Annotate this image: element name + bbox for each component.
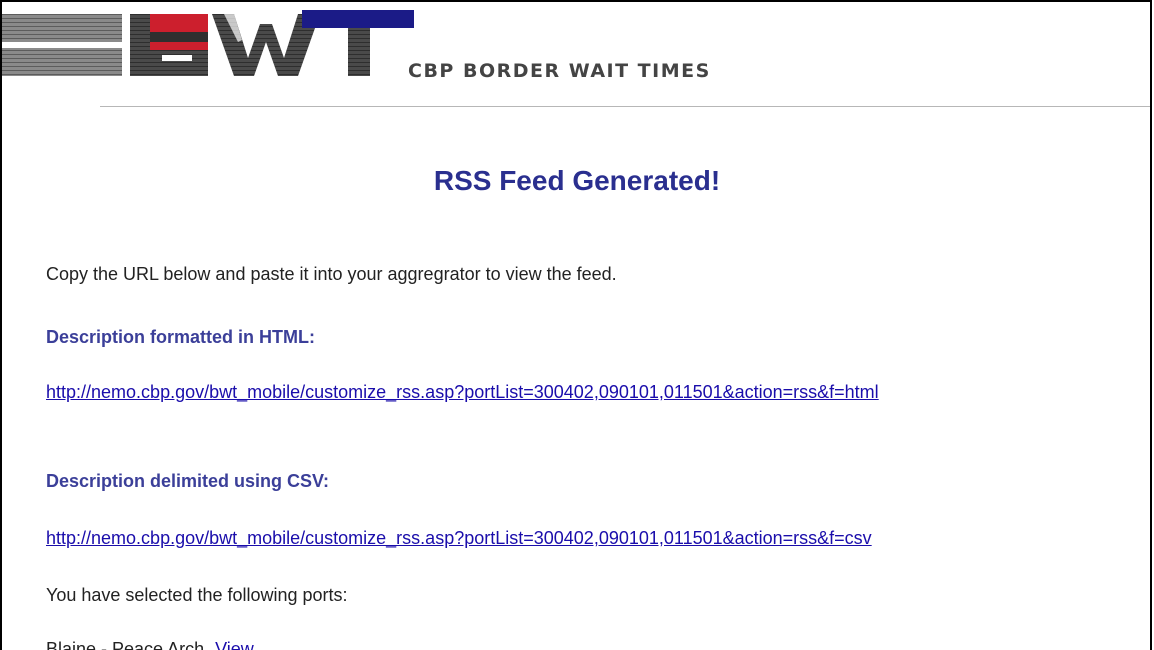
html-format-heading: Description formatted in HTML: — [46, 327, 315, 347]
csv-feed-link[interactable]: http://nemo.cbp.gov/bwt_mobile/customize… — [46, 528, 872, 549]
page-title: RSS Feed Generated! — [433, 165, 721, 196]
list-item: Blaine - Peace Arch View — [46, 639, 254, 650]
ports-intro-text: You have selected the following ports: — [46, 585, 348, 605]
header-divider — [100, 106, 1150, 107]
page-frame: CBP BORDER WAIT TIMES RSS Feed Generated… — [0, 0, 1152, 650]
html-feed-link[interactable]: http://nemo.cbp.gov/bwt_mobile/customize… — [46, 382, 879, 403]
port-view-link[interactable]: View — [215, 639, 254, 650]
port-name: Blaine - Peace Arch — [46, 639, 205, 650]
bwt-logo — [2, 2, 422, 87]
bwt-logo-graphic — [2, 10, 414, 76]
instruction-text: Copy the URL below and paste it into you… — [46, 264, 617, 284]
csv-format-heading: Description delimited using CSV: — [46, 471, 330, 491]
logo-caption: CBP BORDER WAIT TIMES — [408, 60, 711, 82]
